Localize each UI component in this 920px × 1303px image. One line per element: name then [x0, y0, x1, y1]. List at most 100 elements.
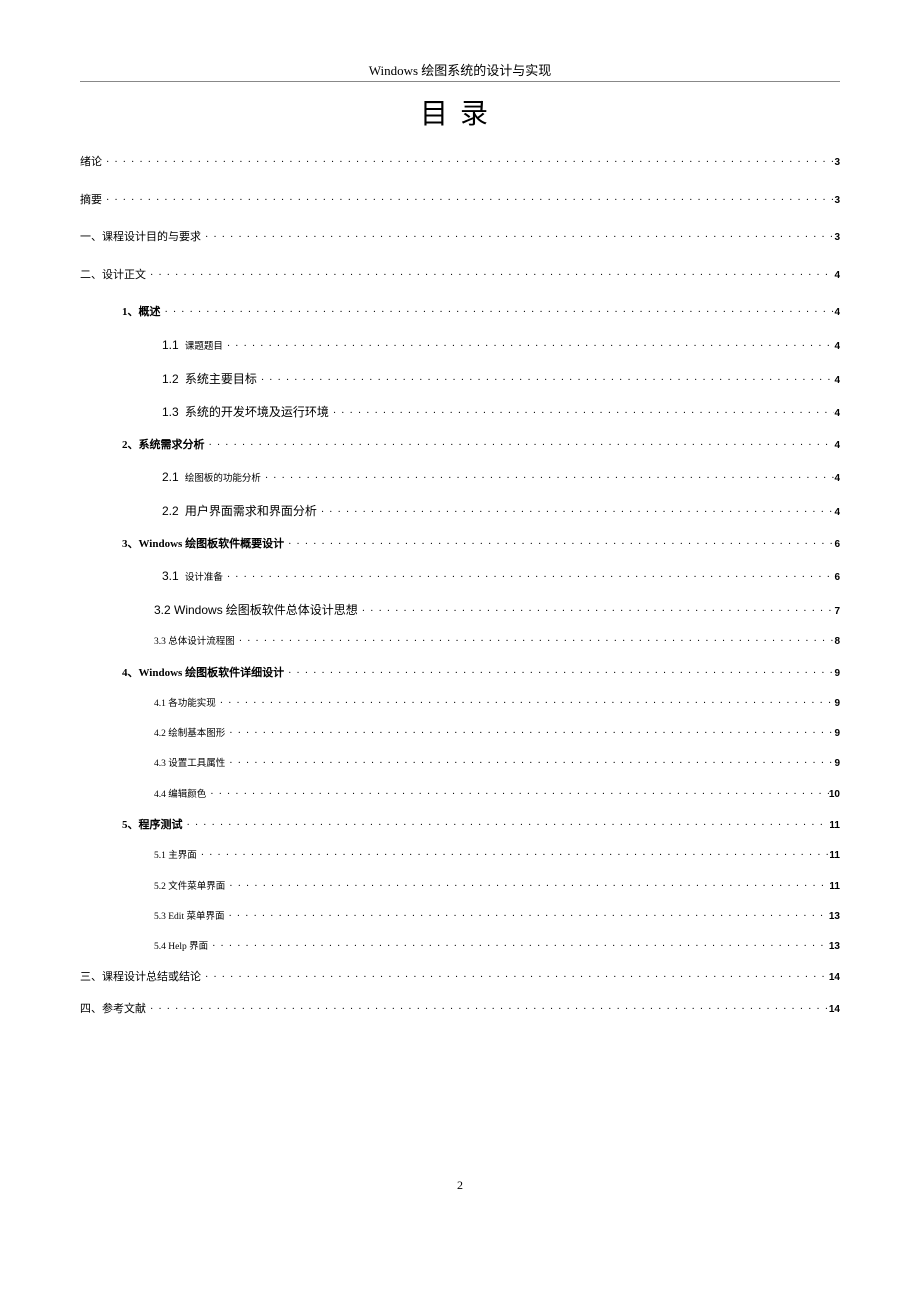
toc-entry: 5.3 Edit 菜单界面 13	[80, 909, 840, 925]
toc-leader-dots	[146, 1002, 829, 1018]
toc-entry-page: 6	[834, 537, 840, 553]
toc-entry-page: 9	[834, 726, 840, 742]
toc-entry-label: 1、概述	[122, 304, 161, 322]
toc-entry-page: 14	[829, 1002, 840, 1018]
toc-entry-label: 二、设计正文	[80, 267, 146, 285]
toc-entry: 5、程序测试 11	[80, 817, 840, 835]
toc-entry-label: 一、课程设计目的与要求	[80, 229, 201, 247]
toc-entry-label: 四、参考文献	[80, 1001, 146, 1019]
toc-entry: 四、参考文献 14	[80, 1001, 840, 1019]
document-page: Windows 绘图系统的设计与实现 目录 绪论3摘要3一、课程设计目的与要求3…	[0, 0, 920, 1233]
toc-entry-label: 2.1 绘图板的功能分析	[162, 468, 261, 488]
toc-entry-page: 3	[834, 155, 840, 171]
toc-entry-page: 4	[834, 373, 840, 389]
toc-entry-label: 3.1 设计准备	[162, 567, 223, 587]
toc-leader-dots	[284, 537, 834, 553]
toc-entry-page: 3	[834, 230, 840, 246]
toc-leader-dots	[206, 787, 829, 803]
toc-entry-label: 4.2 绘制基本图形	[154, 727, 225, 742]
toc-leader-dots	[161, 305, 835, 321]
toc-entry-label: 4.1 各功能实现	[154, 697, 216, 712]
toc-entry-page: 6	[834, 570, 840, 586]
toc-entry: 二、设计正文 4	[80, 267, 840, 285]
running-header: Windows 绘图系统的设计与实现	[80, 60, 840, 79]
toc-entry-label: 5.3 Edit 菜单界面	[154, 910, 224, 925]
toc-entry: 绪论 3	[80, 154, 840, 172]
toc-entry-page: 9	[834, 666, 840, 682]
toc-entry: 三、课程设计总结或结论 14	[80, 969, 840, 987]
toc-entry-page: 4	[834, 268, 840, 284]
toc-entry-label: 2.2 用户界面需求和界面分析	[162, 502, 317, 522]
toc-leader-dots	[205, 438, 835, 454]
toc-leader-dots	[102, 193, 834, 209]
toc-leader-dots	[329, 406, 835, 422]
toc-entry: 4.1 各功能实现9	[80, 696, 840, 712]
toc-leader-dots	[183, 818, 830, 834]
toc-entry: 一、课程设计目的与要求 3	[80, 229, 840, 247]
toc-leader-dots	[225, 756, 834, 772]
table-of-contents: 绪论3摘要3一、课程设计目的与要求3二、设计正文41、概述41.1 课题题目41…	[80, 154, 840, 1018]
toc-entry-page: 4	[834, 339, 840, 355]
toc-entry-label: 4.3 设置工具属性	[154, 757, 225, 772]
toc-entry-page: 4	[834, 406, 840, 422]
toc-entry: 1.1 课题题目 4	[80, 336, 840, 356]
toc-entry-label: 摘要	[80, 192, 102, 210]
toc-entry-label: 2、系统需求分析	[122, 437, 205, 455]
toc-entry: 4.3 设置工具属性 9	[80, 756, 840, 772]
toc-entry-label: 三、课程设计总结或结论	[80, 969, 201, 987]
toc-entry: 1.3 系统的开发坏境及运行环境4	[80, 403, 840, 423]
toc-entry: 5.4 Help 界面 13	[80, 939, 840, 955]
toc-entry-page: 13	[829, 939, 840, 955]
toc-entry-label: 1.2 系统主要目标	[162, 370, 257, 390]
toc-entry: 2.2 用户界面需求和界面分析4	[80, 502, 840, 522]
toc-leader-dots	[224, 909, 828, 925]
toc-leader-dots	[201, 230, 834, 246]
toc-leader-dots	[146, 268, 834, 284]
toc-entry: 4、Windows 绘图板软件详细设计 9	[80, 665, 840, 683]
toc-entry-label: 4、Windows 绘图板软件详细设计	[122, 665, 284, 683]
toc-entry-label: 绪论	[80, 154, 102, 172]
toc-leader-dots	[284, 666, 834, 682]
toc-entry-page: 4	[834, 305, 840, 321]
toc-entry-label: 1.1 课题题目	[162, 336, 223, 356]
toc-entry-label: 5.1 主界面	[154, 849, 197, 864]
toc-entry-label: 5.2 文件菜单界面	[154, 880, 225, 895]
toc-entry-page: 10	[829, 787, 840, 803]
toc-entry: 4.2 绘制基本图形 9	[80, 726, 840, 742]
page-number-footer: 2	[80, 1178, 840, 1193]
toc-leader-dots	[208, 939, 829, 955]
toc-entry-label: 3、Windows 绘图板软件概要设计	[122, 536, 284, 554]
toc-leader-dots	[358, 604, 835, 620]
toc-entry: 3.1 设计准备 6	[80, 567, 840, 587]
toc-entry: 5.1 主界面 11	[80, 848, 840, 864]
toc-entry: 1.2 系统主要目标 4	[80, 370, 840, 390]
toc-entry-page: 4	[834, 438, 840, 454]
toc-leader-dots	[201, 970, 829, 986]
toc-entry-page: 13	[829, 909, 840, 925]
toc-leader-dots	[223, 570, 835, 586]
toc-entry-label: 5.4 Help 界面	[154, 940, 208, 955]
toc-entry-page: 9	[834, 756, 840, 772]
toc-entry-label: 3.2 Windows 绘图板软件总体设计思想	[154, 601, 358, 621]
toc-entry: 5.2 文件菜单界面 11	[80, 879, 840, 895]
toc-entry: 2.1 绘图板的功能分析 4	[80, 468, 840, 488]
header-rule	[80, 81, 840, 82]
toc-entry-label: 3.3 总体设计流程图	[154, 635, 235, 650]
toc-entry-page: 11	[829, 848, 840, 864]
toc-leader-dots	[225, 879, 829, 895]
toc-entry: 3.3 总体设计流程图 8	[80, 634, 840, 650]
toc-entry: 3.2 Windows 绘图板软件总体设计思想7	[80, 601, 840, 621]
toc-leader-dots	[197, 848, 830, 864]
toc-entry-page: 4	[834, 471, 840, 487]
toc-entry: 摘要 3	[80, 192, 840, 210]
toc-leader-dots	[257, 373, 835, 389]
toc-leader-dots	[261, 471, 835, 487]
toc-entry-page: 3	[834, 193, 840, 209]
toc-entry: 4.4 编辑颜色10	[80, 787, 840, 803]
toc-entry-page: 11	[829, 818, 840, 834]
toc-entry-label: 5、程序测试	[122, 817, 183, 835]
toc-leader-dots	[235, 634, 835, 650]
toc-entry-page: 11	[829, 879, 840, 895]
toc-entry-page: 8	[834, 634, 840, 650]
toc-entry-page: 14	[829, 970, 840, 986]
